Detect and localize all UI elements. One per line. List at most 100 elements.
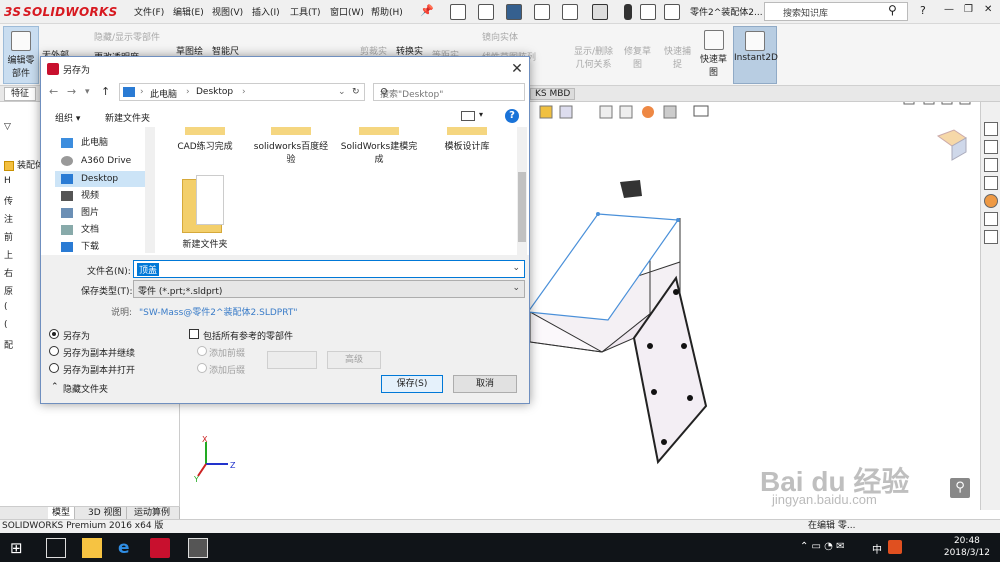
hide-folders-button[interactable]: 隐藏文件夹 [63,382,108,395]
appearances-icon[interactable] [984,194,998,208]
folder-item[interactable]: CAD练习完成 [165,127,245,152]
include-references-checkbox[interactable] [189,329,199,339]
solidworks-logo[interactable]: 3S SOLIDWORKS [4,4,118,20]
folder-item[interactable]: solidworks百度经验 [251,127,331,165]
filename-dropdown-icon[interactable]: ⌄ [512,263,520,273]
open-icon[interactable] [478,4,494,20]
back-arrow-icon[interactable]: ← [49,85,58,98]
edge-icon[interactable]: e [118,538,138,558]
nav-desktop[interactable]: Desktop [55,171,153,187]
new-doc-icon[interactable] [450,4,466,20]
folder-item[interactable]: 新建文件夹 [165,173,245,250]
new-folder-button[interactable]: 新建文件夹 [105,111,150,124]
radio-save-copy-open-label[interactable]: 另存为副本并打开 [63,363,135,376]
tab-3d-view[interactable]: 3D 视图 [84,507,127,519]
fm-item[interactable]: 原 [4,284,13,297]
view-mode-icon[interactable] [461,111,475,121]
search-icon[interactable]: ⚲ [888,3,897,17]
knowledge-search-input[interactable]: 搜索知识库 [764,2,908,21]
filename-input[interactable]: 顶盖 ⌄ [133,260,525,278]
cancel-button[interactable]: 取消 [453,375,517,393]
view-palette-icon[interactable] [984,176,998,190]
advanced-button[interactable]: 高级 [327,351,381,369]
breadcrumb-this-pc[interactable]: 此电脑 [150,87,177,100]
folder-item[interactable]: 模板设计库 [427,127,507,152]
address-bar[interactable]: › 此电脑 › Desktop › ⌄ ↻ [119,83,365,101]
mirror-entities-button[interactable]: 镜向实体 [482,30,518,43]
window-controls[interactable] [903,93,971,105]
fm-item[interactable]: 注 [4,212,13,225]
recent-locations-icon[interactable]: ▾ [85,87,90,97]
file-explorer-icon[interactable] [984,158,998,172]
address-dropdown-icon[interactable]: ⌄ [338,87,346,97]
fm-filter-icon[interactable]: ▽ [4,122,11,132]
file-properties-icon[interactable] [640,4,656,20]
system-clock[interactable]: 20:48 2018/3/12 [944,535,990,559]
nav-scrollbar[interactable] [145,127,155,253]
help-icon[interactable]: ? [505,109,519,123]
minimize-button[interactable]: — [944,4,954,15]
radio-save-copy-continue[interactable] [49,346,59,356]
prefix-suffix-input[interactable] [267,351,317,369]
pin-icon[interactable]: 📌 [420,4,434,17]
radio-save-copy-continue-label[interactable]: 另存为副本并继续 [63,346,135,359]
assembly-model[interactable] [526,212,708,465]
menu-edit[interactable]: 编辑(E) [173,5,204,18]
forum-icon[interactable] [984,230,998,244]
help-icon[interactable]: ? [920,4,926,17]
dialog-title-bar[interactable]: 另存为 ✕ [41,57,529,81]
radio-save-as-label[interactable]: 另存为 [63,329,90,342]
menu-file[interactable]: 文件(F) [134,5,164,18]
print-icon[interactable] [534,4,550,20]
custom-properties-icon[interactable] [984,212,998,226]
repair-sketch-button[interactable]: 修复草 图 [624,44,651,70]
fm-item[interactable]: ( [4,302,8,312]
nav-downloads[interactable]: 下载 [55,239,153,253]
restore-button[interactable]: ❐ [964,4,973,15]
nav-a360-drive[interactable]: A360 Drive [55,153,153,169]
file-explorer-taskbar-icon[interactable] [82,538,102,558]
folder-item[interactable]: SolidWorks建模完成 [339,127,419,165]
edit-part-button[interactable]: 编辑零 部件 [3,26,39,84]
home-icon[interactable] [984,122,998,136]
display-relations-button[interactable]: 显示/删除 几何关系 [574,44,613,70]
nav-this-pc[interactable]: 此电脑 [55,135,153,151]
nav-pictures[interactable]: 图片 [55,205,153,221]
save-icon[interactable] [506,4,522,20]
view-mode-dropdown-icon[interactable]: ▾ [479,110,483,119]
quick-snaps-button[interactable]: 快速捕 捉 [664,44,691,70]
radio-save-copy-open[interactable] [49,363,59,373]
chevron-up-icon[interactable]: ⌃ [51,382,59,392]
nav-documents[interactable]: 文档 [55,222,153,238]
watermark-search-icon[interactable]: ⚲ [950,478,970,498]
save-button[interactable]: 保存(S) [381,375,443,393]
select-icon[interactable] [592,4,608,20]
fm-item[interactable]: 装配体 [4,158,44,171]
menu-view[interactable]: 视图(V) [212,5,243,18]
dialog-search-input[interactable]: 搜索"Desktop" ⚲ [373,83,525,101]
close-button[interactable]: ✕ [984,4,992,15]
solidworks-taskbar-icon[interactable] [150,538,170,558]
view-cube-icon[interactable] [936,129,967,161]
breadcrumb-desktop[interactable]: Desktop [196,87,233,97]
ime-indicator[interactable]: 中 [872,541,882,556]
rapid-sketch-button[interactable]: 快速草 图 [700,30,727,78]
tray-icons[interactable]: ⌃ ▭ ◔ ✉ [800,541,844,552]
fm-item[interactable]: H [4,176,11,186]
instant2d-button[interactable]: Instant2D [733,26,778,84]
windows-start-icon[interactable]: ⊞ [10,538,30,558]
hide-show-components-button[interactable]: 隐藏/显示零部件 [94,30,160,43]
view-toolbar[interactable] [539,105,709,119]
task-view-icon[interactable] [46,538,66,558]
fm-item[interactable]: ( [4,320,8,330]
scrollbar-thumb[interactable] [518,172,526,242]
tab-model[interactable]: 模型 [48,507,76,519]
menu-insert[interactable]: 插入(I) [252,5,280,18]
dialog-close-button[interactable]: ✕ [509,61,525,77]
rebuild-icon[interactable] [624,4,632,20]
fm-item[interactable]: 前 [4,230,13,243]
fm-item[interactable]: 传 [4,194,13,207]
up-arrow-icon[interactable]: ↑ [101,85,110,98]
photos-icon[interactable] [188,538,208,558]
radio-add-suffix[interactable] [197,363,207,373]
